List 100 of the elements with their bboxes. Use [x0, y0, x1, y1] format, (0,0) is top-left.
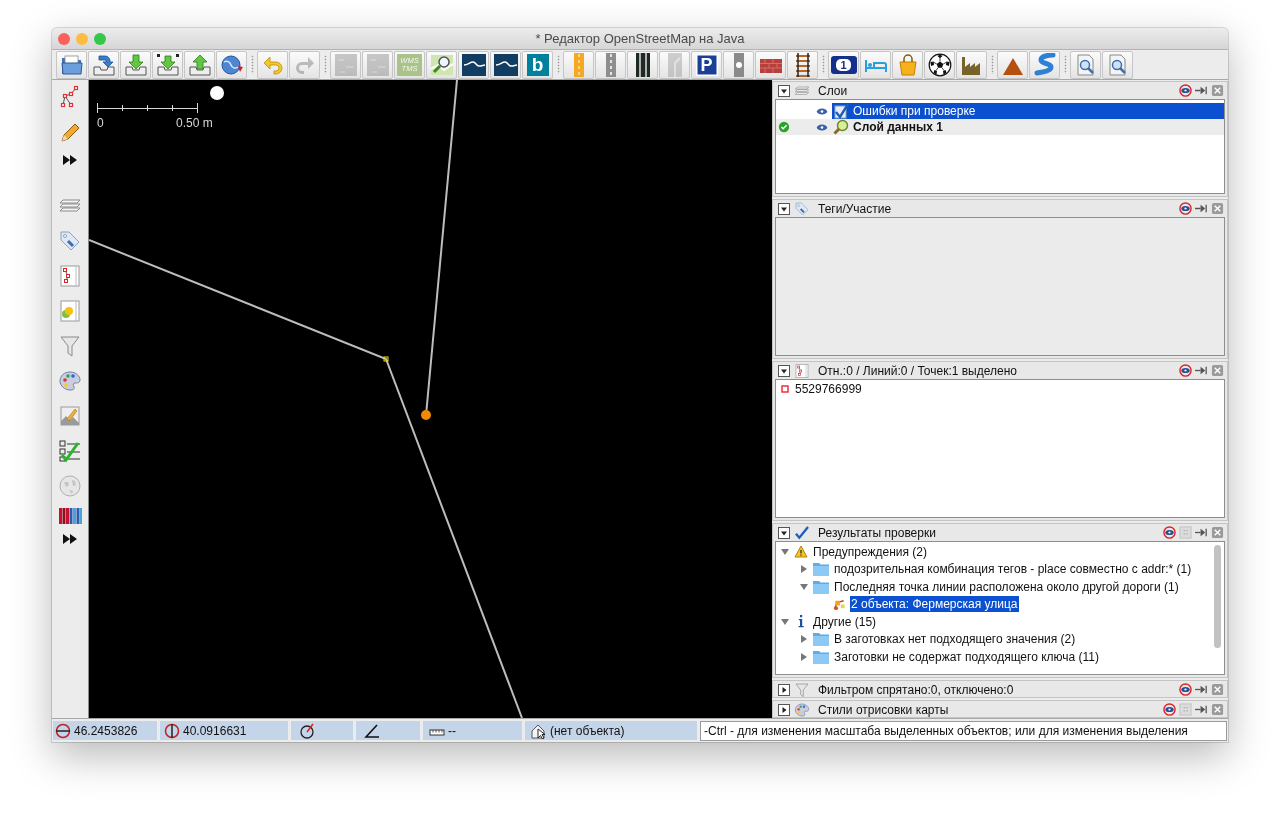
pin-icon[interactable] [1195, 364, 1208, 377]
search-preset-button[interactable] [1102, 50, 1133, 79]
checkmark-icon [794, 524, 810, 541]
peak-preset-button[interactable] [997, 50, 1028, 79]
download-area-button[interactable] [152, 50, 183, 79]
download-icon [155, 52, 180, 77]
industrial-preset-button[interactable] [956, 50, 987, 79]
circle-marker[interactable] [210, 86, 224, 100]
close-icon[interactable] [1211, 526, 1224, 539]
magnifier-icon [833, 119, 849, 135]
imagery-button[interactable] [490, 50, 521, 79]
address-preset-button[interactable]: 1 [828, 50, 859, 79]
tile-icon [333, 52, 358, 77]
dotted-square-icon[interactable] [1179, 526, 1192, 539]
status-value: -- [448, 723, 456, 738]
picture-pencil-icon [58, 404, 82, 428]
eye-icon[interactable] [1179, 202, 1192, 215]
window-title: * Редактор OpenStreetMap на Java [535, 31, 745, 46]
tree-item[interactable]: 2 объекта: Фермерская улица [850, 596, 1019, 613]
railway-preset-button[interactable] [787, 50, 818, 79]
object-icon [832, 597, 846, 611]
close-icon[interactable] [1211, 84, 1224, 97]
eye-icon[interactable] [1163, 526, 1176, 539]
imagery-button[interactable] [458, 50, 489, 79]
update-button[interactable] [216, 50, 247, 79]
open-location-button[interactable] [88, 50, 119, 79]
close-icon[interactable] [1211, 683, 1224, 696]
caret-right-icon[interactable] [778, 683, 790, 696]
tile-icon [365, 52, 390, 77]
river-preset-button[interactable] [1029, 50, 1060, 79]
download-button[interactable] [120, 50, 151, 79]
caret-down-icon[interactable] [778, 202, 790, 215]
upload-icon [187, 52, 212, 77]
close-icon[interactable] [1211, 703, 1224, 716]
ruler-icon [429, 729, 445, 736]
pin-icon[interactable] [1195, 202, 1208, 215]
river-icon [1032, 52, 1057, 77]
hotel-preset-button[interactable] [860, 50, 891, 79]
pin-icon[interactable] [1195, 84, 1208, 97]
tree-item[interactable]: подозрительная комбинация тегов - place совместно с addr:* (1) [833, 561, 1193, 578]
panel-title: Слои [818, 83, 848, 98]
search-preset-button[interactable] [1070, 50, 1101, 79]
sport-preset-button[interactable] [924, 50, 955, 79]
selection-item[interactable]: 5529766999 [776, 380, 862, 398]
soccer-ball-icon [927, 52, 952, 77]
tree-item[interactable]: Другие (15) [812, 613, 878, 630]
eye-icon[interactable] [1163, 703, 1176, 716]
pin-icon[interactable] [1195, 703, 1208, 716]
vertex-marker[interactable] [383, 356, 389, 362]
tray-arrow-icon [91, 52, 116, 77]
scale-label: 0.50 m [176, 116, 213, 130]
close-icon[interactable] [1211, 364, 1224, 377]
signals-preset-button[interactable] [723, 50, 754, 79]
tag-icon [794, 200, 810, 217]
folder-icon [813, 649, 829, 664]
open-file-button[interactable] [56, 50, 87, 79]
panel-title: Отн.:0 / Линий:0 / Точек:1 выделено [818, 363, 1017, 378]
eye-icon[interactable] [816, 122, 828, 132]
panel-title: Результаты проверки [818, 525, 936, 540]
scrollbar[interactable] [1214, 545, 1221, 648]
eye-icon[interactable] [816, 106, 828, 116]
node-icon [781, 385, 789, 393]
node-list-icon [58, 264, 82, 288]
panel-title: Фильтром спрятано:0, отключено:0 [818, 682, 1014, 697]
caret-down-icon[interactable] [778, 84, 790, 97]
eye-icon[interactable] [1179, 683, 1192, 696]
caret-down-icon[interactable] [778, 526, 790, 539]
pin-icon[interactable] [1195, 526, 1208, 539]
tree-item[interactable]: Заготовки не содержат подходящего ключа (11) [833, 648, 1100, 665]
imagery-button[interactable]: b [522, 50, 553, 79]
tree-item[interactable]: Последняя точка линии расположена около другой дороги (1) [833, 578, 1180, 595]
upload-button[interactable] [184, 50, 215, 79]
node-marker[interactable] [421, 410, 431, 420]
way-line[interactable] [425, 80, 458, 411]
layer-item[interactable]: Ошибки при проверке [832, 103, 1224, 119]
eye-icon[interactable] [1179, 84, 1192, 97]
list-box-icon [58, 299, 82, 323]
house-cursor-icon [531, 722, 547, 739]
map-search-button[interactable] [426, 50, 457, 79]
wall-preset-button[interactable] [755, 50, 786, 79]
close-icon[interactable] [1211, 202, 1224, 215]
layer-item[interactable]: Слой данных 1 [832, 119, 1224, 135]
palette-icon [58, 369, 82, 393]
eye-icon[interactable] [1179, 364, 1192, 377]
panel-title: Стили отрисовки карты [818, 702, 949, 717]
parking-preset-button[interactable]: P [691, 50, 722, 79]
warning-icon [794, 545, 808, 559]
tree-item[interactable]: Предупреждения (2) [812, 543, 928, 560]
globe-icon [219, 52, 244, 77]
road-preset-button[interactable] [627, 50, 658, 79]
map-canvas[interactable]: 0 0.50 m [89, 80, 772, 718]
caret-right-icon[interactable] [778, 703, 790, 716]
angle-icon [364, 722, 380, 739]
pin-icon[interactable] [1195, 683, 1208, 696]
close-button[interactable] [58, 32, 70, 45]
wave-tile-icon [461, 52, 486, 77]
dotted-square-icon[interactable] [1179, 703, 1192, 716]
tree-item[interactable]: В заготовках нет подходящего значения (2) [833, 631, 1077, 648]
status-value: (нет объекта) [550, 723, 625, 738]
caret-down-icon[interactable] [778, 364, 790, 377]
